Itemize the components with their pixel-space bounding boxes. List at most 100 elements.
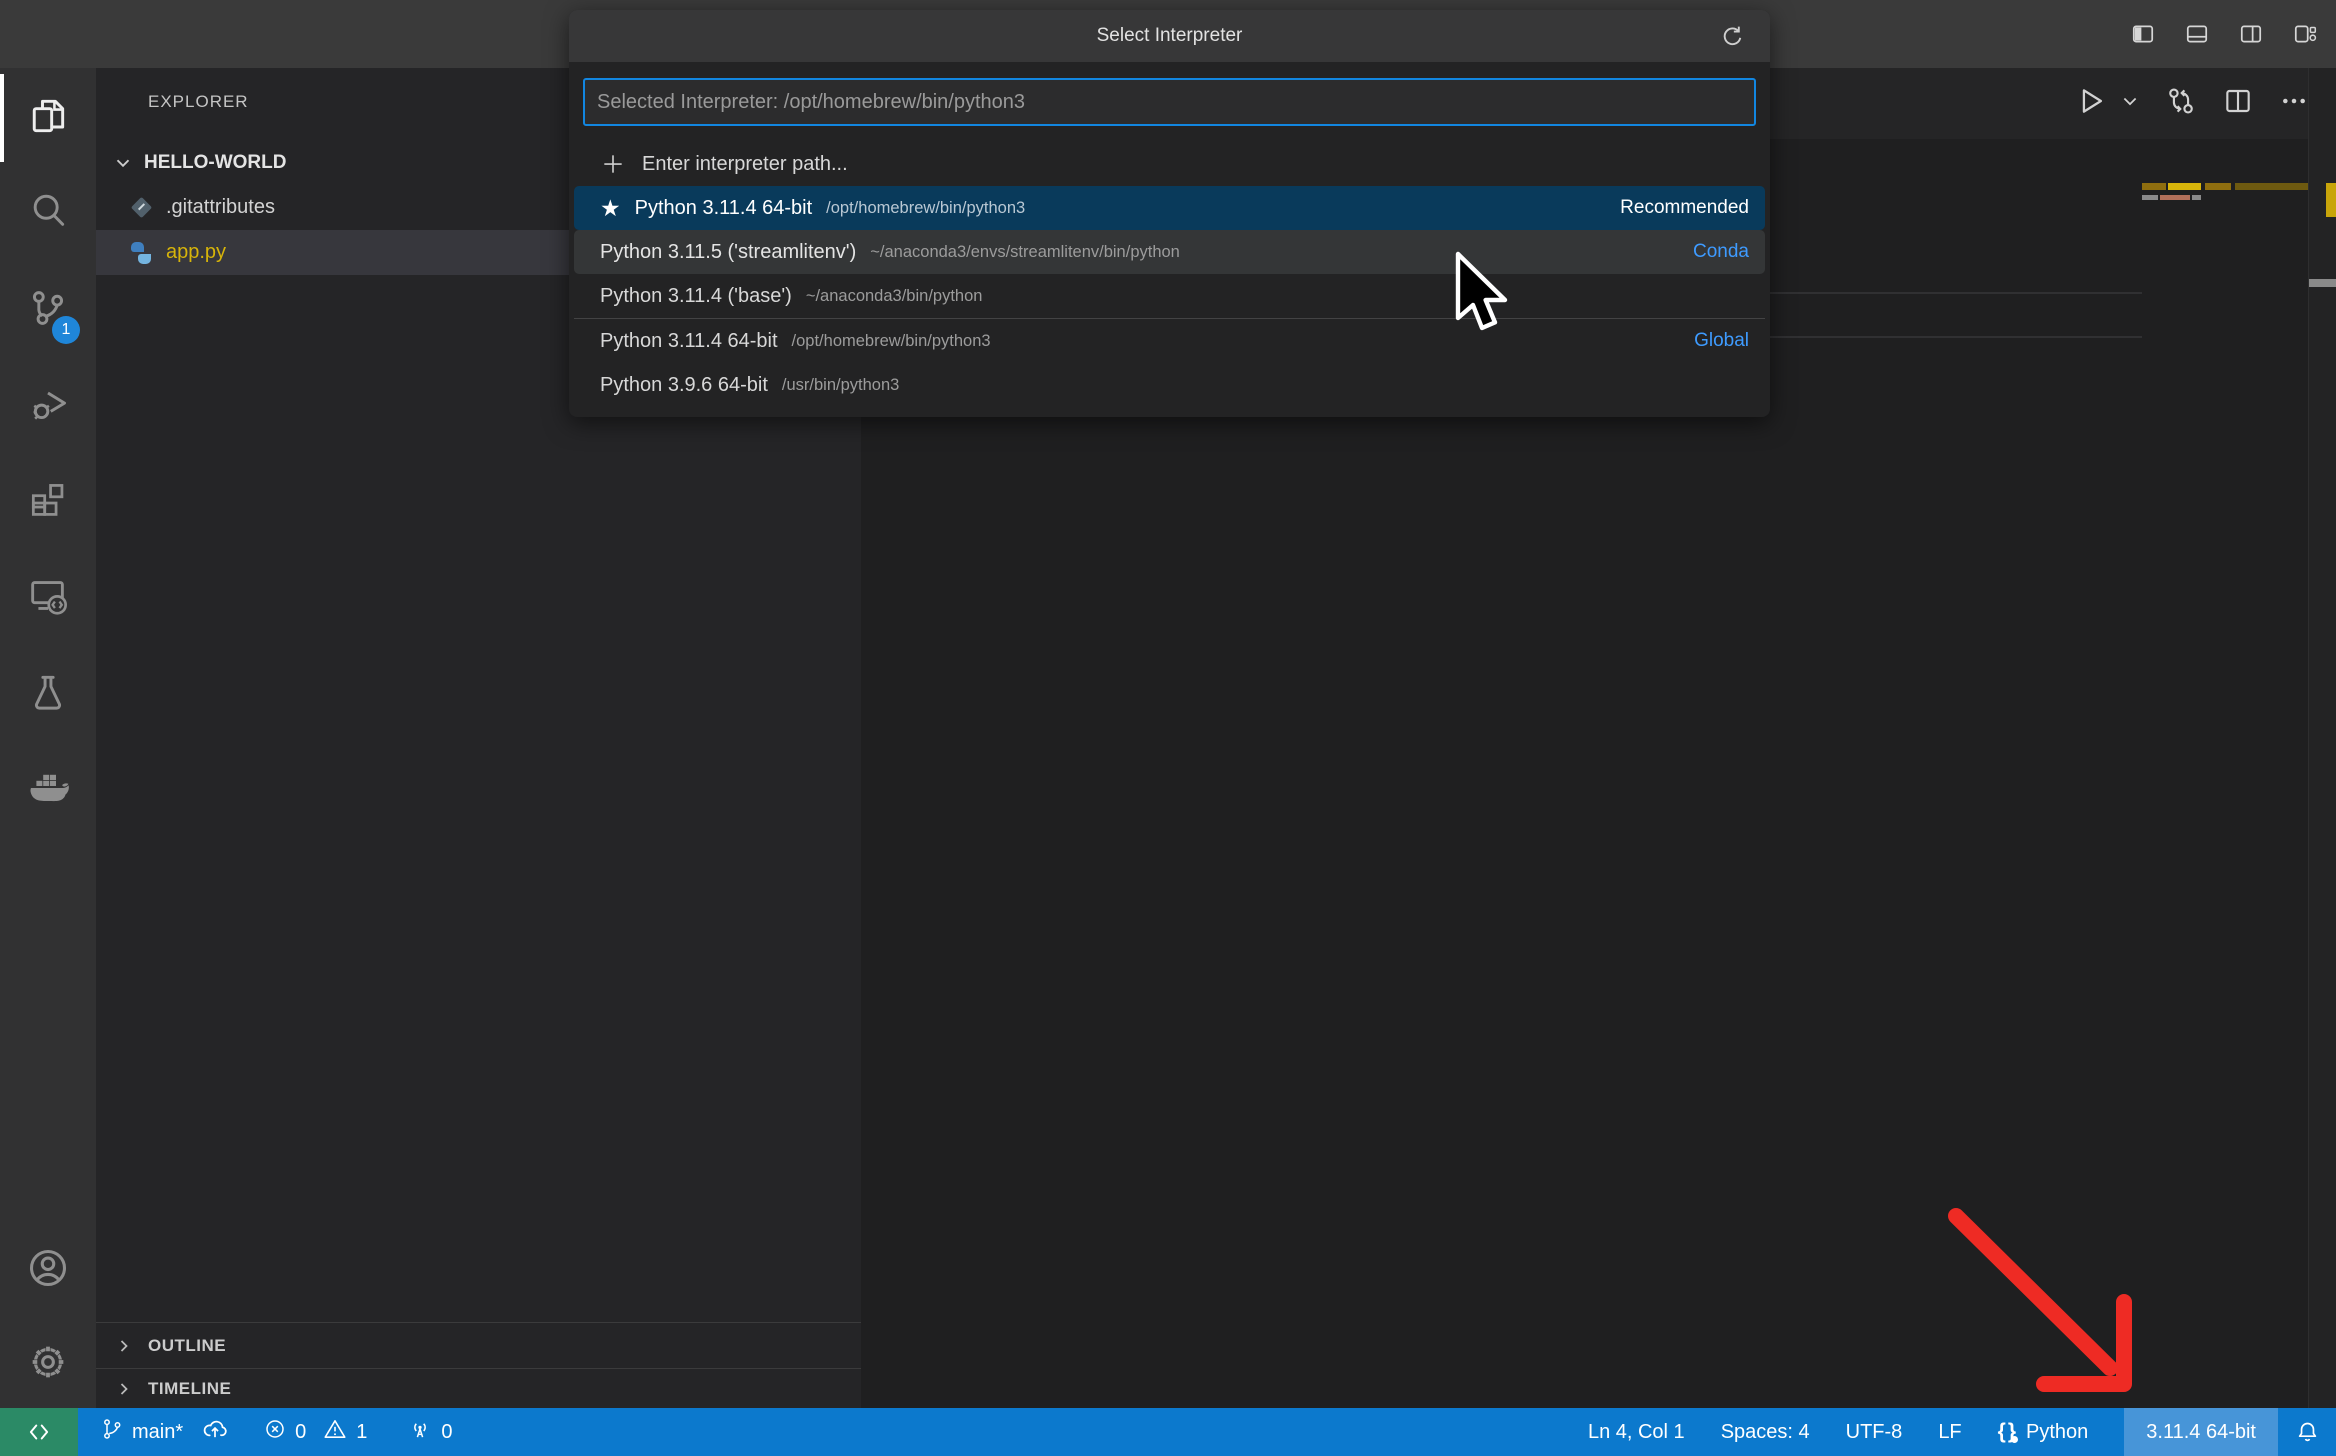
minimap-scrollbar-column[interactable] xyxy=(2308,68,2336,1408)
interpreter-item-global[interactable]: Python 3.11.4 64-bit /opt/homebrew/bin/p… xyxy=(574,319,1765,363)
toggle-secondary-sidebar-icon[interactable] xyxy=(2238,21,2264,47)
overview-ruler-highlight xyxy=(2326,183,2336,217)
item-path: /opt/homebrew/bin/python3 xyxy=(826,199,1025,218)
item-tag: Global xyxy=(1694,330,1749,352)
minimap-code-chip xyxy=(2160,195,2190,200)
toggle-primary-sidebar-icon[interactable] xyxy=(2130,21,2156,47)
ports-status[interactable]: 0 xyxy=(407,1416,452,1448)
git-branch-icon xyxy=(100,1417,124,1447)
outline-section-header[interactable]: OUTLINE xyxy=(96,1322,861,1368)
activity-bar: 1 xyxy=(0,68,96,1408)
timeline-section-header[interactable]: TIMELINE xyxy=(96,1368,861,1408)
dialog-header: Select Interpreter xyxy=(569,10,1770,62)
errors-icon xyxy=(263,1417,287,1447)
files-icon xyxy=(26,94,70,143)
testing-beaker-icon xyxy=(26,670,70,719)
run-dropdown-chevron-icon[interactable] xyxy=(2120,91,2140,116)
dialog-title: Select Interpreter xyxy=(1097,25,1243,47)
item-label: Python 3.9.6 64-bit xyxy=(600,374,768,397)
braces-icon: {} xyxy=(1998,1420,2018,1444)
interpreter-list: Enter interpreter path... ★ Python 3.11.… xyxy=(569,136,1770,417)
sidebar-item-remote-explorer[interactable] xyxy=(0,550,96,646)
sidebar-item-source-control[interactable]: 1 xyxy=(0,262,96,358)
plus-icon xyxy=(600,151,626,177)
item-tag: Recommended xyxy=(1620,197,1749,219)
accounts-icon[interactable] xyxy=(0,1220,96,1316)
sidebar-item-run-debug[interactable] xyxy=(0,358,96,454)
minimap-find-highlight xyxy=(2168,183,2201,190)
sidebar-item-testing[interactable] xyxy=(0,646,96,742)
sidebar-item-extensions[interactable] xyxy=(0,453,96,549)
python-file-icon xyxy=(130,242,152,264)
star-icon: ★ xyxy=(600,195,621,222)
interpreter-version-label: 3.11.4 64-bit xyxy=(2146,1421,2256,1444)
warnings-icon xyxy=(322,1416,348,1448)
explorer-title: EXPLORER xyxy=(148,92,249,112)
minimap-code-chip xyxy=(2192,195,2201,200)
toggle-panel-icon[interactable] xyxy=(2184,21,2210,47)
remote-indicator[interactable] xyxy=(0,1408,78,1456)
cursor-position-label: Ln 4, Col 1 xyxy=(1588,1421,1685,1444)
sync-cloud-upload-icon[interactable] xyxy=(201,1415,229,1449)
item-label: Python 3.11.5 ('streamlitenv') xyxy=(600,241,856,264)
minimap-code-chip xyxy=(2142,183,2166,190)
ports-count: 0 xyxy=(441,1421,452,1444)
item-label: Python 3.11.4 64-bit xyxy=(635,197,813,220)
interpreter-item-python396[interactable]: Python 3.9.6 64-bit /usr/bin/python3 xyxy=(574,363,1765,407)
open-changes-icon[interactable] xyxy=(2164,84,2198,123)
minimap[interactable] xyxy=(2142,178,2308,278)
python-interpreter-status[interactable]: 3.11.4 64-bit xyxy=(2124,1408,2278,1456)
minimap-code-chip xyxy=(2235,183,2308,190)
language-mode-status[interactable]: {} Python xyxy=(1998,1420,2089,1444)
notifications-bell-icon[interactable] xyxy=(2278,1408,2336,1456)
dialog-input-area: Selected Interpreter: /opt/homebrew/bin/… xyxy=(569,62,1770,136)
chevron-right-icon xyxy=(114,1379,134,1399)
split-editor-icon[interactable] xyxy=(2222,85,2254,122)
enter-interpreter-path-item[interactable]: Enter interpreter path... xyxy=(574,142,1765,186)
status-bar: main* 0 1 0 Ln 4, Col 1 Spaces: xyxy=(0,1408,2336,1456)
docker-whale-icon xyxy=(24,762,72,815)
scm-badge: 1 xyxy=(52,316,80,344)
sidebar-item-search[interactable] xyxy=(0,164,96,260)
item-label: Enter interpreter path... xyxy=(642,153,848,176)
eol-status[interactable]: LF xyxy=(1938,1421,1961,1444)
indentation-status[interactable]: Spaces: 4 xyxy=(1721,1421,1810,1444)
problems-status[interactable]: 0 1 xyxy=(263,1416,367,1448)
eol-label: LF xyxy=(1938,1421,1961,1444)
search-icon xyxy=(26,188,70,237)
scrollbar-decoration xyxy=(2309,279,2336,287)
extensions-icon xyxy=(26,477,70,526)
sidebar-item-explorer[interactable] xyxy=(0,70,96,166)
branch-name: main* xyxy=(132,1421,183,1444)
interpreter-item-streamlitenv[interactable]: Python 3.11.5 ('streamlitenv') ~/anacond… xyxy=(574,230,1765,274)
sidebar-item-docker[interactable] xyxy=(0,740,96,836)
active-indicator xyxy=(0,74,4,162)
minimap-code-chip xyxy=(2205,183,2231,190)
chevron-down-icon xyxy=(112,152,134,174)
warnings-count: 1 xyxy=(356,1421,367,1444)
radio-tower-icon xyxy=(407,1416,433,1448)
customize-layout-icon[interactable] xyxy=(2292,21,2318,47)
interpreter-input[interactable]: Selected Interpreter: /opt/homebrew/bin/… xyxy=(583,78,1756,126)
settings-gear-icon[interactable] xyxy=(0,1314,96,1410)
git-branch-status[interactable]: main* xyxy=(100,1415,229,1449)
timeline-label: TIMELINE xyxy=(148,1379,231,1399)
minimap-code-chip xyxy=(2142,195,2158,200)
run-python-file-button[interactable] xyxy=(2074,84,2108,123)
file-name: app.py xyxy=(166,241,226,264)
chevron-right-icon xyxy=(114,1336,134,1356)
refresh-icon[interactable] xyxy=(1719,23,1746,55)
select-interpreter-dialog: Select Interpreter Selected Interpreter:… xyxy=(569,10,1770,417)
interpreter-input-value: Selected Interpreter: /opt/homebrew/bin/… xyxy=(597,91,1025,114)
encoding-status[interactable]: UTF-8 xyxy=(1846,1421,1903,1444)
item-label: Python 3.11.4 ('base') xyxy=(600,285,792,308)
encoding-label: UTF-8 xyxy=(1846,1421,1903,1444)
more-actions-icon[interactable] xyxy=(2278,85,2310,122)
item-path: /opt/homebrew/bin/python3 xyxy=(792,332,991,351)
cursor-position-status[interactable]: Ln 4, Col 1 xyxy=(1588,1421,1685,1444)
interpreter-item-base[interactable]: Python 3.11.4 ('base') ~/anaconda3/bin/p… xyxy=(574,274,1765,318)
language-label: Python xyxy=(2026,1421,2088,1444)
interpreter-item-recommended[interactable]: ★ Python 3.11.4 64-bit /opt/homebrew/bin… xyxy=(574,186,1765,230)
folder-name: HELLO-WORLD xyxy=(144,152,286,174)
errors-count: 0 xyxy=(295,1421,306,1444)
